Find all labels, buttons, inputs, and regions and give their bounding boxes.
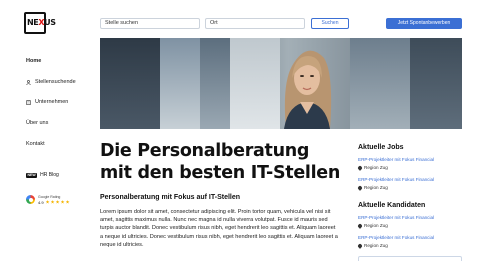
job-region: Region Zug <box>357 164 388 171</box>
person-icon <box>26 79 31 85</box>
logo[interactable]: NEXUS <box>24 12 56 34</box>
location-input[interactable]: Ort <box>205 18 305 29</box>
candidate-region-label: Region Zug <box>364 223 388 228</box>
job-region-label: Region Zug <box>364 185 388 190</box>
location-pin-icon <box>357 242 363 249</box>
sidebar-item-label: Home <box>26 58 42 64</box>
star-icon <box>50 200 55 204</box>
job-link[interactable]: ERP-Projektleiter mit Fokus Financial <box>358 157 434 162</box>
google-logo-icon <box>26 195 35 204</box>
portrait-photo <box>284 50 332 129</box>
google-rating-label: Google Rating <box>38 194 61 199</box>
search-button[interactable]: Suchen <box>311 18 349 29</box>
sidebar: NEXUS Home Stellensuchende Unternehmen Ü… <box>0 0 92 261</box>
google-rating[interactable]: Google Rating 4.9 <box>26 193 84 206</box>
body-text: Lorem ipsum dolor sit amet, consectetur … <box>100 209 338 248</box>
hero-image <box>100 38 462 129</box>
search-input[interactable]: Stelle suchen <box>100 18 200 29</box>
location-pin-icon <box>357 222 363 229</box>
rating-stars: 4.9 <box>38 200 70 205</box>
candidate-region: Region Zug <box>357 242 388 249</box>
subheading: Personalberatung mit Fokus auf IT-Stelle… <box>100 194 241 201</box>
star-icon <box>65 200 70 204</box>
star-icon <box>55 200 60 204</box>
hr-blog-label: HR Blog <box>40 172 59 178</box>
candidate-link[interactable]: ERP-Projektleiter mit Fokus Financial <box>358 235 434 240</box>
location-pin-icon <box>357 164 363 171</box>
sidebar-item-label: Kontakt <box>26 141 45 147</box>
star-icon <box>60 200 65 204</box>
page-title: Die Personalberatung mit den besten IT-S… <box>100 140 340 184</box>
sidebar-item-kontakt[interactable]: Kontakt <box>26 141 45 147</box>
job-region-label: Region Zug <box>364 165 388 170</box>
candidate-region: Region Zug <box>357 222 388 229</box>
rating-score: 4.9 <box>38 199 44 205</box>
sidebar-item-label: Unternehmen <box>35 99 69 105</box>
sidebar-item-label: Stellensuchende <box>35 79 76 85</box>
candidate-link[interactable]: ERP-Projektleiter mit Fokus Financial <box>358 215 434 220</box>
jobs-title: Aktuelle Jobs <box>358 144 404 151</box>
star-icon <box>45 200 50 204</box>
sidebar-item-home[interactable]: Home <box>26 58 41 64</box>
page-title-line1: Die Personalberatung <box>100 141 310 161</box>
candidates-title: Aktuelle Kandidaten <box>358 202 426 209</box>
sidebar-item-stellensuchende[interactable]: Stellensuchende <box>26 79 76 85</box>
location-pin-icon <box>357 184 363 191</box>
more-candidates-button[interactable] <box>358 256 462 261</box>
job-region: Region Zug <box>357 184 388 191</box>
building-icon <box>26 99 31 105</box>
sidebar-item-ueber-uns[interactable]: Über uns <box>26 120 48 126</box>
job-link[interactable]: ERP-Projektleiter mit Fokus Financial <box>358 177 434 182</box>
page-title-line2: mit den besten IT-Stellen <box>100 163 341 183</box>
sidebar-item-label: Über uns <box>26 120 49 126</box>
apply-button[interactable]: Jetzt Spontanbewerben <box>386 18 462 29</box>
hr-blog-link[interactable]: NEW HR Blog <box>26 172 59 178</box>
sidebar-item-unternehmen[interactable]: Unternehmen <box>26 99 68 105</box>
logo-text: NEXUS <box>27 18 56 27</box>
new-badge: NEW <box>26 172 38 178</box>
candidate-region-label: Region Zug <box>364 243 388 248</box>
